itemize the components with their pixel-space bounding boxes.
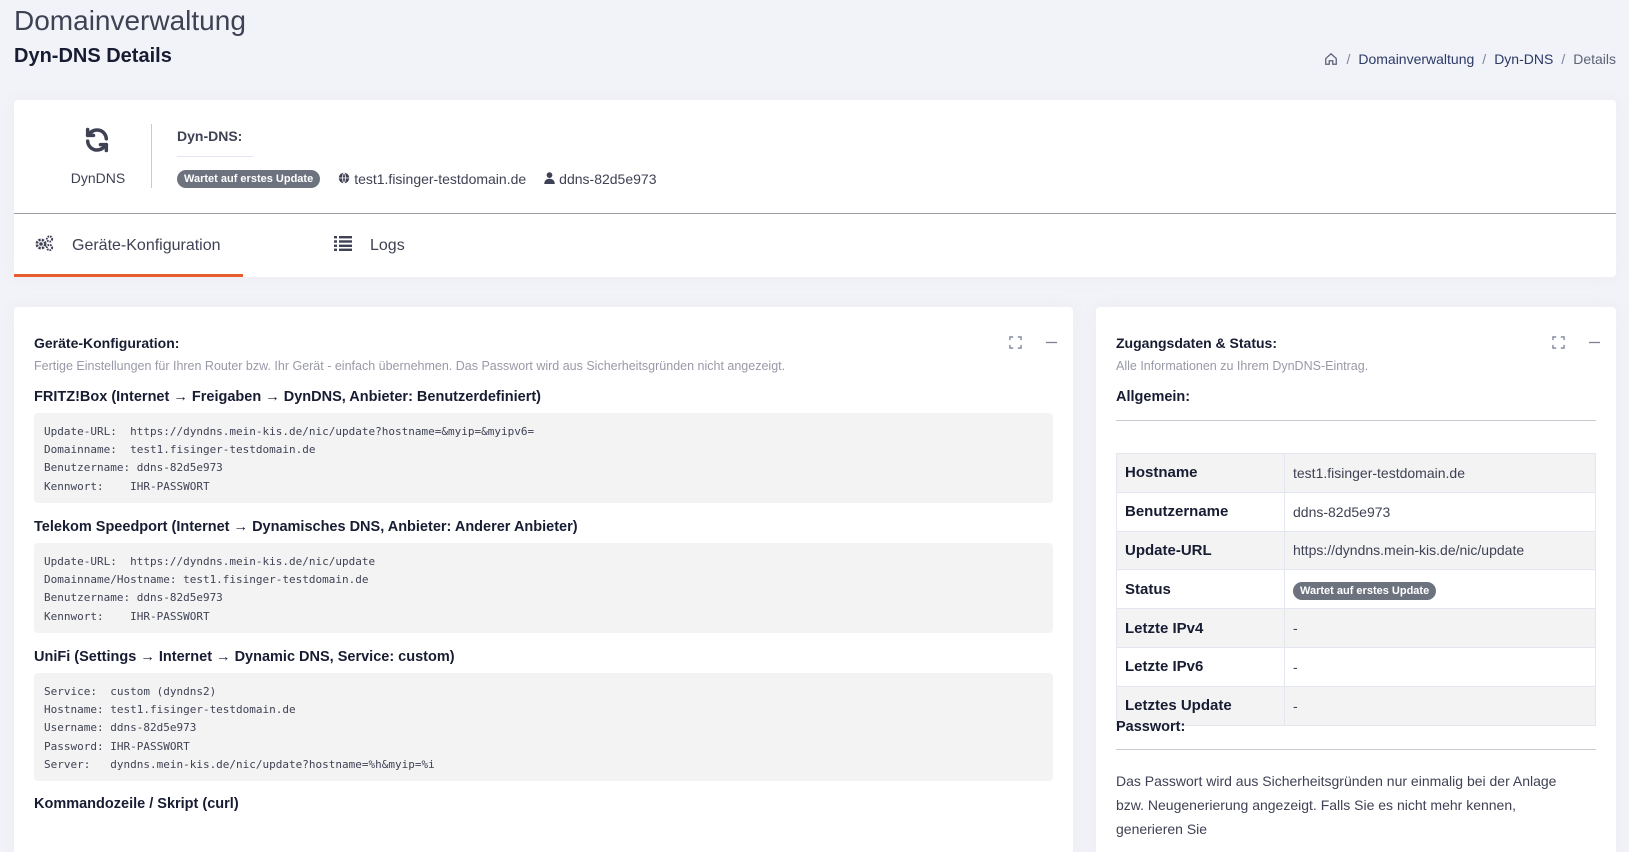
cogs-icon: [34, 234, 72, 257]
row-key: Status: [1116, 569, 1285, 610]
row-value: ddns-82d5e973: [1284, 491, 1596, 532]
fritzbox-config-code[interactable]: Update-URL: https://dyndns.mein-kis.de/n…: [34, 413, 1053, 503]
page-title: Domainverwaltung: [14, 5, 246, 36]
table-row: Update-URL https://dyndns.mein-kis.de/ni…: [1116, 530, 1596, 571]
panel-tools: [1532, 332, 1604, 352]
table-row: Letzte IPv6 -: [1116, 646, 1596, 687]
row-key: Hostname: [1116, 453, 1285, 493]
breadcrumb-domainverwaltung[interactable]: Domainverwaltung: [1358, 51, 1474, 67]
breadcrumb-details: Details: [1573, 51, 1616, 67]
breadcrumb-dyn-dns[interactable]: Dyn-DNS: [1494, 51, 1553, 67]
status-panel: Zugangsdaten & Status: Alle Informatione…: [1096, 307, 1616, 852]
row-key: Letzte IPv4: [1116, 608, 1285, 648]
table-row: Benutzername ddns-82d5e973: [1116, 491, 1596, 532]
row-value: -: [1284, 646, 1596, 687]
fullscreen-icon[interactable]: [1548, 332, 1568, 352]
config-panel: Geräte-Konfiguration: Fertige Einstellun…: [14, 307, 1073, 852]
status-panel-description: Alle Informationen zu Ihrem DynDNS-Eintr…: [1116, 359, 1369, 373]
list-icon: [334, 235, 370, 256]
general-heading: Allgemein:: [1116, 389, 1191, 405]
table-row: Letzte IPv4 -: [1116, 608, 1596, 648]
row-value: -: [1284, 608, 1596, 648]
collapse-icon[interactable]: [1584, 332, 1604, 352]
row-key: Letzte IPv6: [1116, 646, 1285, 687]
config-panel-title: Geräte-Konfiguration:: [34, 335, 180, 351]
globe-icon: [338, 171, 354, 187]
fritzbox-heading: FRITZ!Box (Internet → Freigaben → DynDNS…: [34, 389, 541, 405]
row-value: Wartet auf erstes Update: [1284, 569, 1596, 610]
fullscreen-icon[interactable]: [1005, 332, 1025, 352]
dyndns-title: Dyn-DNS:: [177, 128, 243, 144]
dyndns-label: DynDNS: [70, 170, 126, 186]
hostname-item: test1.fisinger-testdomain.de: [338, 171, 526, 187]
dyndns-type: DynDNS: [14, 100, 166, 188]
dyndns-meta: Wartet auf erstes Update test1.fisinger-…: [177, 170, 656, 188]
tab-geraete-konfiguration[interactable]: Geräte-Konfiguration: [14, 214, 243, 277]
breadcrumb-separator: /: [1482, 51, 1487, 67]
status-panel-title: Zugangsdaten & Status:: [1116, 335, 1278, 351]
refresh-icon: [83, 126, 111, 154]
divider: [1116, 749, 1596, 750]
row-value: https://dyndns.mein-kis.de/nic/update: [1284, 530, 1596, 571]
row-key: Update-URL: [1116, 530, 1285, 571]
breadcrumb-separator: /: [1561, 51, 1566, 67]
tab-label: Geräte-Konfiguration: [72, 236, 221, 254]
collapse-icon[interactable]: [1041, 332, 1061, 352]
table-row: Letztes Update -: [1116, 685, 1596, 726]
page-subtitle: Dyn-DNS Details: [14, 45, 172, 67]
tab-bar: Geräte-Konfiguration Logs: [14, 214, 1616, 277]
row-key: Benutzername: [1116, 491, 1285, 532]
breadcrumb: / Domainverwaltung / Dyn-DNS / Details: [1324, 51, 1616, 67]
divider: [151, 124, 152, 188]
password-info-text: Das Passwort wird aus Sicherheitsgründen…: [1116, 773, 1557, 837]
username-item: ddns-82d5e973: [544, 171, 656, 187]
info-table: Hostname test1.fisinger-testdomain.de Be…: [1116, 453, 1596, 726]
unifi-heading: UniFi (Settings → Internet → Dynamic DNS…: [34, 649, 455, 665]
divider: [1116, 420, 1596, 421]
status-badge: Wartet auf erstes Update: [177, 170, 321, 188]
divider: [177, 156, 253, 157]
tab-logs[interactable]: Logs: [319, 214, 439, 277]
table-row: Hostname test1.fisinger-testdomain.de: [1116, 453, 1596, 493]
home-icon[interactable]: [1324, 52, 1338, 66]
panel-tools: [989, 332, 1061, 352]
speedport-config-code[interactable]: Update-URL: https://dyndns.mein-kis.de/n…: [34, 543, 1053, 633]
curl-heading: Kommandozeile / Skript (curl): [34, 796, 239, 812]
summary-card: DynDNS Dyn-DNS: Wartet auf erstes Update…: [14, 100, 1616, 277]
password-heading: Passwort:: [1116, 719, 1186, 735]
row-value: -: [1284, 685, 1596, 726]
username-value: ddns-82d5e973: [559, 171, 657, 187]
speedport-heading: Telekom Speedport (Internet → Dynamische…: [34, 519, 578, 535]
tab-label: Logs: [370, 236, 405, 254]
unifi-config-code[interactable]: Service: custom (dyndns2) Hostname: test…: [34, 673, 1053, 781]
hostname-value: test1.fisinger-testdomain.de: [354, 171, 527, 187]
user-icon: [544, 171, 559, 187]
config-panel-description: Fertige Einstellungen für Ihren Router b…: [34, 359, 786, 373]
breadcrumb-separator: /: [1346, 51, 1351, 67]
status-badge: Wartet auf erstes Update: [1293, 582, 1437, 601]
active-tab-indicator: [14, 274, 243, 277]
row-value: test1.fisinger-testdomain.de: [1284, 453, 1596, 493]
table-row: Status Wartet auf erstes Update: [1116, 569, 1596, 610]
